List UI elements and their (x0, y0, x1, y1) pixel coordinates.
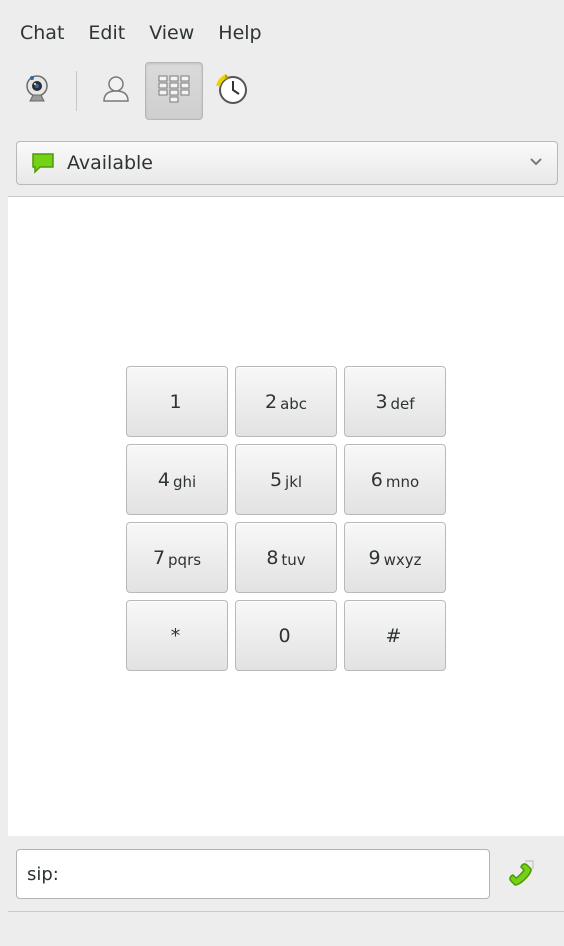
dial-key-0[interactable]: 0 (235, 600, 337, 671)
dial-key-hash[interactable]: # (344, 600, 446, 671)
dial-key-star[interactable]: * (126, 600, 228, 671)
call-history-button[interactable] (203, 62, 261, 120)
dialpad-button[interactable] (145, 62, 203, 120)
presence-chooser[interactable]: Available (16, 141, 558, 185)
menu-chat[interactable]: Chat (8, 14, 76, 46)
toolbar-separator (76, 71, 77, 111)
webcam-icon (24, 74, 50, 108)
contacts-button[interactable] (87, 62, 145, 120)
webcam-button[interactable] (8, 62, 66, 120)
menu-help[interactable]: Help (206, 14, 273, 46)
dial-key-7[interactable]: 7 pqrs (126, 522, 228, 593)
sip-address-input[interactable] (16, 849, 490, 899)
history-clock-icon (216, 73, 248, 109)
menu-view[interactable]: View (137, 14, 206, 46)
dial-key-2[interactable]: 2 abc (235, 366, 337, 437)
menu-edit[interactable]: Edit (76, 14, 137, 46)
status-bar (0, 913, 564, 946)
dialpad: 1 2 abc 3 def 4 ghi 5 jkl 6 mno 7 pqrs 8 tuv 9w… (126, 366, 446, 671)
dial-key-1[interactable]: 1 (126, 366, 228, 437)
dial-key-6[interactable]: 6 mno (344, 444, 446, 515)
dial-key-9[interactable]: 9 wxyz (344, 522, 446, 593)
dialpad-icon (158, 75, 190, 107)
dial-key-5[interactable]: 5 jkl (235, 444, 337, 515)
dial-key-4[interactable]: 4 ghi (126, 444, 228, 515)
toolbar (8, 62, 261, 120)
call-button[interactable] (498, 852, 544, 898)
menu-bar: Chat Edit View Help (8, 14, 274, 54)
presence-label: Available (67, 152, 154, 174)
speech-bubble-green-icon (31, 152, 55, 174)
dial-key-8[interactable]: 8 tuv (235, 522, 337, 593)
call-phone-icon (505, 857, 537, 893)
chevron-down-icon (529, 154, 543, 173)
contact-person-icon (101, 74, 131, 108)
dial-key-3[interactable]: 3 def (344, 366, 446, 437)
